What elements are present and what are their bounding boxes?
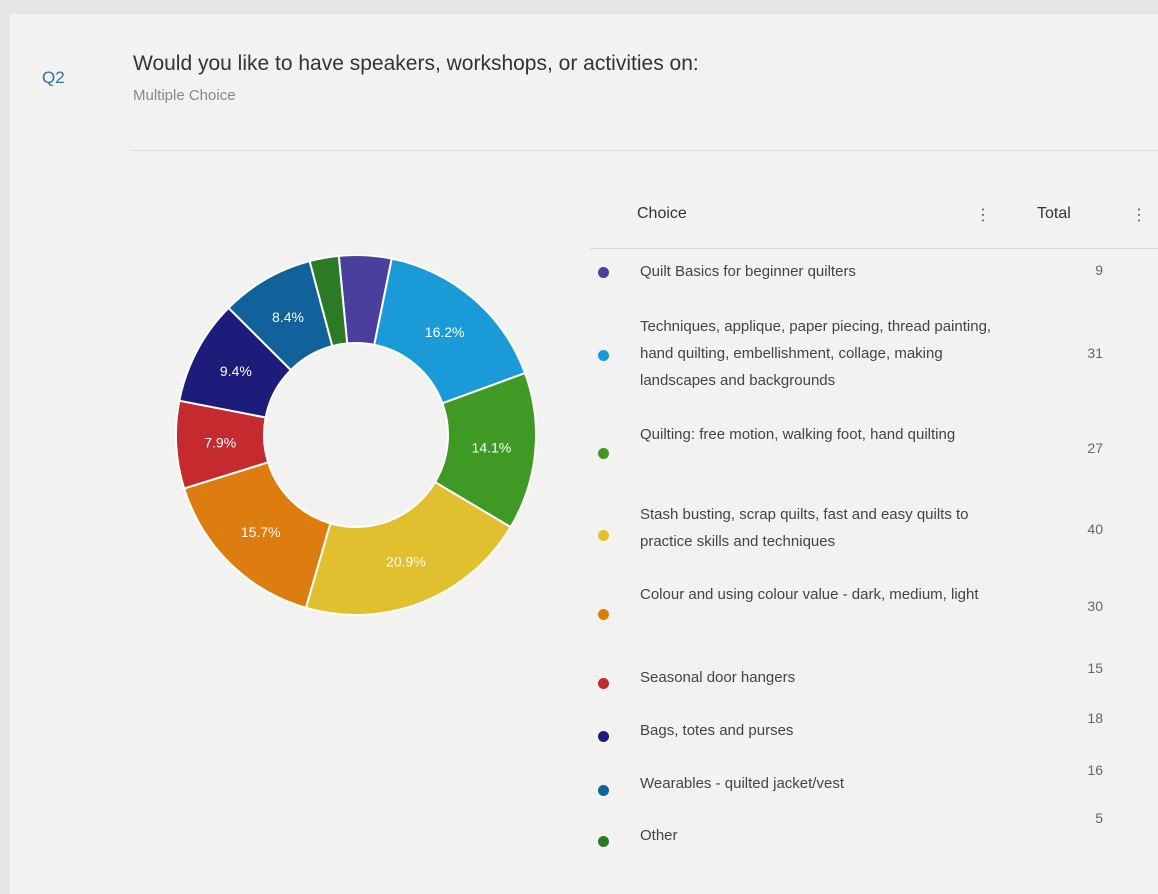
choice-total-3: 27 — [1087, 440, 1103, 456]
legend-dot-5 — [598, 609, 609, 620]
choice-total-4: 40 — [1087, 521, 1103, 537]
choice-label-2: Techniques, applique, paper piecing, thr… — [640, 318, 992, 389]
slice-label-3: 14.1% — [472, 440, 512, 456]
choice-total-8: 16 — [1087, 762, 1103, 778]
legend-dot-2 — [598, 350, 609, 361]
legend-dot-7 — [598, 731, 609, 742]
choice-label-8: Wearables - quilted jacket/vest — [640, 775, 844, 792]
legend-dot-6 — [598, 678, 609, 689]
choice-label-3: Quilting: free motion, walking foot, han… — [640, 426, 956, 443]
choice-sort-icon[interactable]: ⋮ — [975, 205, 991, 225]
choice-total-6: 15 — [1087, 660, 1103, 676]
slice-label-4: 20.9% — [386, 554, 426, 570]
choice-total-2: 31 — [1087, 345, 1103, 361]
legend-dot-1 — [598, 267, 609, 278]
choice-total-9: 5 — [1095, 810, 1103, 826]
slice-label-8: 8.4% — [272, 309, 304, 325]
choice-total-5: 30 — [1087, 598, 1103, 614]
legend-dot-8 — [598, 785, 609, 796]
choice-label-7: Bags, totes and purses — [640, 722, 794, 739]
legend-dot-9 — [598, 836, 609, 847]
legend-dot-4 — [598, 530, 609, 541]
total-column-header[interactable]: Total — [1037, 205, 1071, 229]
donut-chart: 16.2% 14.1% 20.9% 15.7% 7.9% 9.4% 8.4% — [175, 255, 537, 616]
choice-label-6: Seasonal door hangers — [640, 669, 796, 686]
slice-label-5: 15.7% — [241, 524, 281, 540]
legend-dot-3 — [598, 448, 609, 459]
choice-label-1: Quilt Basics for beginner quilters — [640, 263, 856, 280]
slice-label-7: 9.4% — [220, 363, 252, 379]
choice-label-4: Stash busting, scrap quilts, fast and ea… — [640, 506, 969, 550]
choice-label-9: Other — [640, 827, 678, 844]
question-type: Multiple Choice — [133, 87, 236, 104]
header-divider — [130, 150, 1158, 151]
table-header-divider — [590, 248, 1158, 249]
slice-label-6: 7.9% — [204, 434, 236, 450]
total-sort-icon[interactable]: ⋮ — [1131, 205, 1147, 225]
choice-total-7: 18 — [1087, 710, 1103, 726]
slice-label-2: 16.2% — [425, 324, 465, 340]
choice-label-5: Colour and using colour value - dark, me… — [640, 586, 979, 603]
question-title: Would you like to have speakers, worksho… — [133, 52, 699, 75]
question-number: Q2 — [42, 68, 65, 87]
choice-column-header[interactable]: Choice — [637, 205, 687, 229]
choice-total-1: 9 — [1095, 262, 1103, 278]
